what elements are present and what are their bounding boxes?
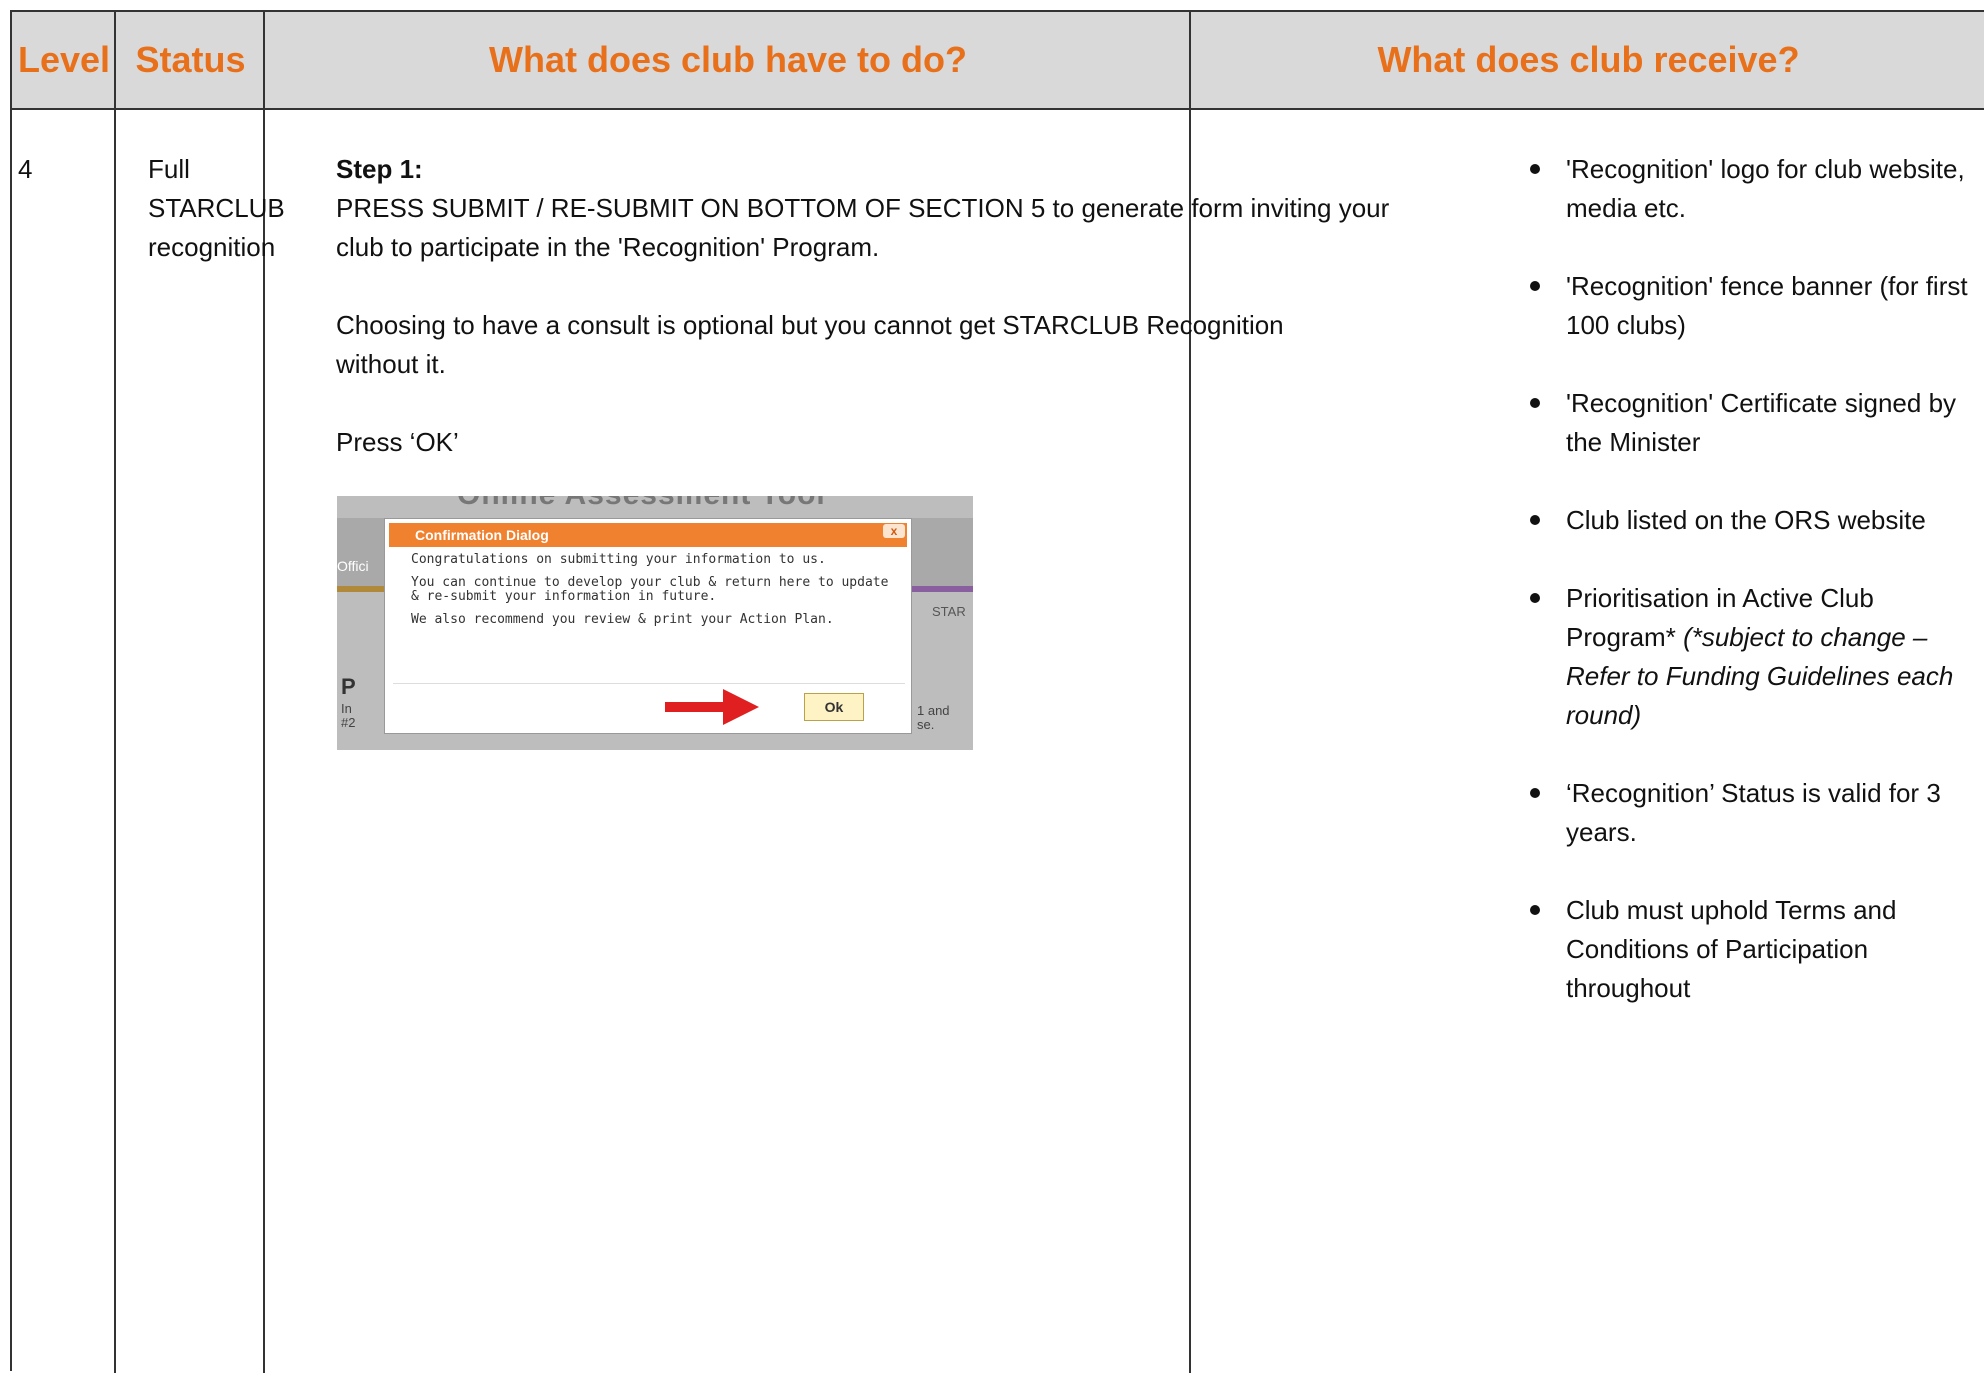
header-level: Level: [17, 39, 111, 80]
bg-tab: Offici: [337, 558, 369, 574]
list-item-text: Club listed on the ORS website: [1566, 505, 1926, 535]
red-arrow-icon: [665, 689, 759, 725]
header-status: Status: [135, 39, 246, 80]
bullet-icon: [1530, 398, 1540, 408]
bg-text-line: se.: [917, 717, 935, 732]
list-item-text: 'Recognition' Certificate signed by the …: [1566, 388, 1957, 457]
dialog-line: Congratulations on submitting your infor…: [411, 552, 826, 567]
list-item: Club listed on the ORS website: [1530, 501, 1970, 540]
dialog-body: Congratulations on submitting your infor…: [411, 553, 901, 636]
status-value: Full STARCLUB recognition: [148, 150, 308, 267]
bg-stripe: [912, 586, 973, 592]
level-value: 4: [18, 154, 33, 184]
list-item: Prioritisation in Active Club Program* (…: [1530, 579, 1970, 735]
bg-text: In #2: [341, 702, 355, 730]
receive-list: 'Recognition' logo for club website, med…: [1530, 150, 1970, 1008]
status-line: Full: [148, 154, 190, 184]
list-item-text: Club must uphold Terms and Conditions of…: [1566, 895, 1897, 1003]
bg-text-right: 1 and se.: [917, 704, 950, 732]
confirmation-dialog: Confirmation Dialog x Congratulations on…: [384, 518, 912, 734]
bg-text-line: In: [341, 701, 352, 716]
bullet-icon: [1530, 164, 1540, 174]
step-title: Step 1:: [336, 154, 423, 184]
status-line: STARCLUB: [148, 193, 285, 223]
header-todo: What does club have to do?: [488, 39, 968, 80]
bg-text-line: 1 and: [917, 703, 950, 718]
step-text: PRESS SUBMIT / RE-SUBMIT ON BOTTOM OF SE…: [336, 193, 1390, 223]
list-item: Club must uphold Terms and Conditions of…: [1530, 891, 1970, 1008]
list-item-text: ‘Recognition’ Status is valid for 3 year…: [1566, 778, 1941, 847]
bg-heading: P: [341, 674, 356, 699]
ok-button[interactable]: Ok: [804, 693, 864, 721]
dialog-divider: [393, 683, 905, 684]
consult-text: without it.: [336, 349, 446, 379]
close-icon[interactable]: x: [883, 524, 905, 538]
list-item: ‘Recognition’ Status is valid for 3 year…: [1530, 774, 1970, 852]
list-item: 'Recognition' fence banner (for first 10…: [1530, 267, 1970, 345]
bg-star-text: STAR: [932, 604, 966, 619]
consult-text: Choosing to have a consult is optional b…: [336, 310, 1284, 340]
bg-stripe: [337, 586, 387, 592]
receive-cell: 'Recognition' logo for club website, med…: [1530, 150, 1970, 1047]
bullet-icon: [1530, 788, 1540, 798]
dialog-title: Confirmation Dialog: [389, 523, 907, 547]
dialog-line: You can continue to develop your club & …: [411, 575, 889, 604]
bg-text-line: #2: [341, 715, 356, 730]
step-text: club to participate in the 'Recognition'…: [336, 232, 880, 262]
bullet-icon: [1530, 905, 1540, 915]
list-item: 'Recognition' Certificate signed by the …: [1530, 384, 1970, 462]
todo-cell: Step 1: PRESS SUBMIT / RE-SUBMIT ON BOTT…: [336, 150, 1486, 462]
list-item: 'Recognition' logo for club website, med…: [1530, 150, 1970, 228]
list-item-text: 'Recognition' fence banner (for first 10…: [1566, 271, 1968, 340]
table-header: Level Status What does club have to do? …: [12, 12, 1984, 110]
bullet-icon: [1530, 593, 1540, 603]
list-item-text: 'Recognition' logo for club website, med…: [1566, 154, 1965, 223]
bullet-icon: [1530, 281, 1540, 291]
dialog-line: We also recommend you review & print you…: [411, 612, 834, 627]
status-line: recognition: [148, 232, 276, 262]
header-receive: What does club receive?: [1377, 39, 1800, 80]
bg-title: Online Assessment Tool: [457, 496, 826, 512]
press-ok-text: Press ‘OK’: [336, 427, 459, 457]
bullet-icon: [1530, 515, 1540, 525]
embedded-screenshot: Online Assessment Tool Offici STAR P In …: [337, 496, 973, 750]
column-divider: [114, 12, 116, 1373]
